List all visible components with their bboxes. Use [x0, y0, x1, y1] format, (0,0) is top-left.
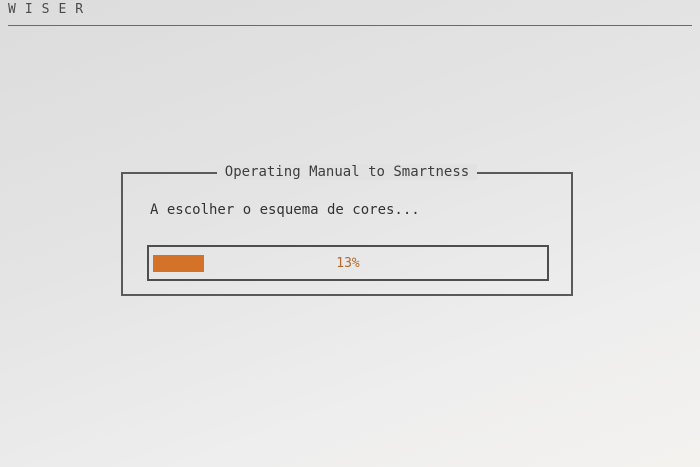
status-text: A escolher o esquema de cores... [150, 202, 420, 218]
dialog-title-container: Operating Manual to Smartness [123, 163, 571, 181]
header-divider [8, 25, 692, 26]
progress-percent-label: 13% [336, 256, 360, 271]
brand-logo: WISER [8, 2, 93, 17]
progress-dialog: Operating Manual to Smartness A escolher… [121, 164, 573, 296]
dialog-title: Operating Manual to Smartness [216, 164, 478, 180]
progress-bar: 13% [147, 245, 549, 281]
